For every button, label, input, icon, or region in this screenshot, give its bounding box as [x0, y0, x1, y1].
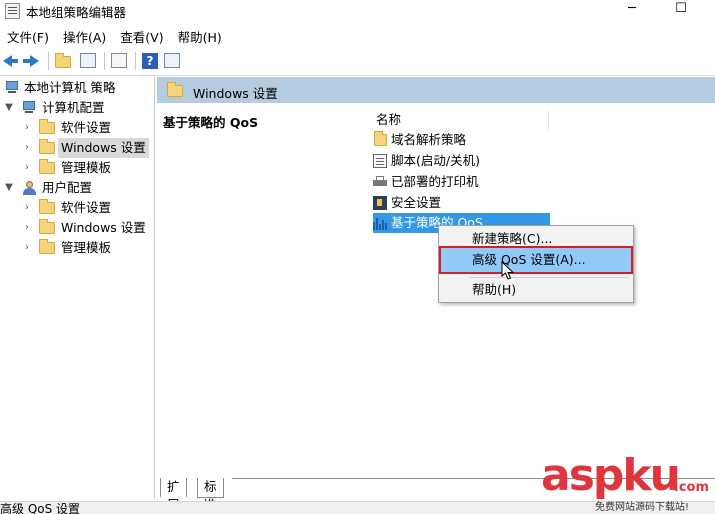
collapsed-chevron-icon[interactable]: › — [22, 238, 32, 258]
window-title: 本地组策略编辑器 — [26, 5, 127, 20]
tree-item-user-windows-settings[interactable]: › Windows 设置 — [0, 218, 155, 238]
column-header-name[interactable]: 名称 — [369, 109, 549, 131]
watermark-suffix: .com — [673, 480, 709, 495]
export-icon — [111, 53, 127, 68]
folder-icon — [39, 139, 55, 154]
details-header-title: Windows 设置 — [193, 86, 278, 101]
maximize-button[interactable]: ☐ — [666, 0, 696, 22]
menu-file[interactable]: 文件(F) — [0, 24, 56, 46]
context-menu: 新建策略(C)... 高级 QoS 设置(A)... 帮助(H) — [438, 225, 634, 303]
tree-item-label: 软件设置 — [61, 200, 112, 215]
back-arrow-icon — [3, 55, 18, 67]
up-level-button[interactable] — [55, 52, 73, 70]
menu-view[interactable]: 查看(V) — [113, 24, 170, 46]
back-button[interactable] — [3, 52, 21, 70]
tree-item-user-config[interactable]: ▼ 用户配置 — [0, 178, 155, 198]
watermark-main-text: aspku — [541, 450, 681, 501]
help-button[interactable]: ? — [141, 52, 159, 70]
tree-item-computer-software[interactable]: › 软件设置 — [0, 118, 155, 138]
help-icon: ? — [142, 53, 158, 69]
folder-icon — [374, 131, 387, 146]
tree-item-label: Windows 设置 — [61, 220, 146, 235]
app-icon — [5, 3, 20, 19]
folder-icon — [39, 239, 55, 254]
forward-arrow-icon — [23, 55, 39, 67]
qos-chart-icon — [373, 216, 387, 230]
list-item-label: 安全设置 — [391, 195, 442, 210]
folder-icon — [39, 219, 55, 234]
list-item-label: 脚本(启动/关机) — [391, 153, 480, 168]
context-help[interactable]: 帮助(H) — [441, 278, 631, 302]
menu-action[interactable]: 操作(A) — [56, 24, 113, 46]
folder-icon — [39, 199, 55, 214]
tree-item-user-admin-templates[interactable]: › 管理模板 — [0, 238, 155, 258]
folder-icon — [39, 159, 55, 174]
tree-item-computer-windows-settings[interactable]: › Windows 设置 — [0, 138, 155, 158]
tree-item-label: 管理模板 — [61, 240, 112, 255]
computer-icon — [21, 101, 37, 115]
watermark-logo: aspku .com 免费网站源码下载站! — [541, 450, 711, 514]
menu-help[interactable]: 帮助(H) — [171, 24, 229, 46]
expanded-chevron-icon[interactable]: ▼ — [4, 98, 14, 118]
tree-item-label: 管理模板 — [61, 160, 112, 175]
tab-extended[interactable]: 扩展 — [160, 478, 187, 512]
collapsed-chevron-icon[interactable]: › — [22, 198, 32, 218]
watermark-subtitle: 免费网站源码下载站! — [595, 502, 690, 513]
computer-icon — [4, 81, 20, 95]
console-tree: 本地计算机 策略 ▼ 计算机配置 › 软件设置 › Windows 设置 › 管… — [0, 77, 155, 499]
details-header: Windows 设置 — [157, 77, 715, 103]
collapsed-chevron-icon[interactable]: › — [22, 138, 32, 158]
export-list-button[interactable] — [110, 52, 128, 70]
tree-item-computer-config[interactable]: ▼ 计算机配置 — [0, 98, 155, 118]
group-policy-editor-window: 本地组策略编辑器 ─ ☐ 文件(F) 操作(A) 查看(V) 帮助(H) ? 本… — [0, 0, 715, 514]
console-tree-icon — [80, 53, 96, 68]
forward-button[interactable] — [22, 52, 40, 70]
toolbar-divider — [104, 52, 105, 70]
security-icon — [373, 196, 387, 210]
tree-item-user-software[interactable]: › 软件设置 — [0, 198, 155, 218]
folder-icon — [167, 82, 183, 97]
tree-item-label: Windows 设置 — [58, 138, 149, 158]
collapsed-chevron-icon[interactable]: › — [22, 118, 32, 138]
toolbar-divider — [48, 52, 49, 70]
list-item-label: 已部署的打印机 — [391, 174, 479, 189]
tree-item-computer-admin-templates[interactable]: › 管理模板 — [0, 158, 155, 178]
expanded-chevron-icon[interactable]: ▼ — [4, 178, 14, 198]
toolbar-divider — [135, 52, 136, 70]
context-advanced-qos-settings[interactable]: 高级 QoS 设置(A)... — [439, 246, 633, 274]
tree-item-label: 用户配置 — [42, 180, 93, 195]
description-title: 基于策略的 QoS — [163, 115, 259, 130]
tab-standard[interactable]: 标准 — [197, 478, 224, 512]
tree-item-local-computer-policy[interactable]: 本地计算机 策略 — [0, 78, 155, 98]
collapsed-chevron-icon[interactable]: › — [22, 218, 32, 238]
tree-item-label: 软件设置 — [61, 120, 112, 135]
folder-up-icon — [55, 53, 71, 68]
status-text: 高级 QoS 设置 — [0, 502, 81, 514]
minimize-button[interactable]: ─ — [617, 0, 647, 22]
user-icon — [21, 181, 37, 196]
toolbar: ? — [0, 48, 715, 76]
show-hide-tree-button[interactable] — [79, 52, 97, 70]
tree-item-label: 本地计算机 策略 — [24, 80, 116, 95]
printer-icon — [373, 175, 387, 189]
properties-icon — [164, 53, 180, 68]
properties-button[interactable] — [163, 52, 181, 70]
title-bar: 本地组策略编辑器 ─ ☐ — [0, 0, 715, 22]
collapsed-chevron-icon[interactable]: › — [22, 158, 32, 178]
list-item-label: 域名解析策略 — [391, 132, 467, 147]
script-icon — [373, 154, 387, 168]
tree-item-label: 计算机配置 — [42, 100, 105, 115]
folder-icon — [39, 119, 55, 134]
mouse-cursor-icon — [501, 261, 515, 280]
menu-bar: 文件(F) 操作(A) 查看(V) 帮助(H) — [0, 24, 229, 46]
